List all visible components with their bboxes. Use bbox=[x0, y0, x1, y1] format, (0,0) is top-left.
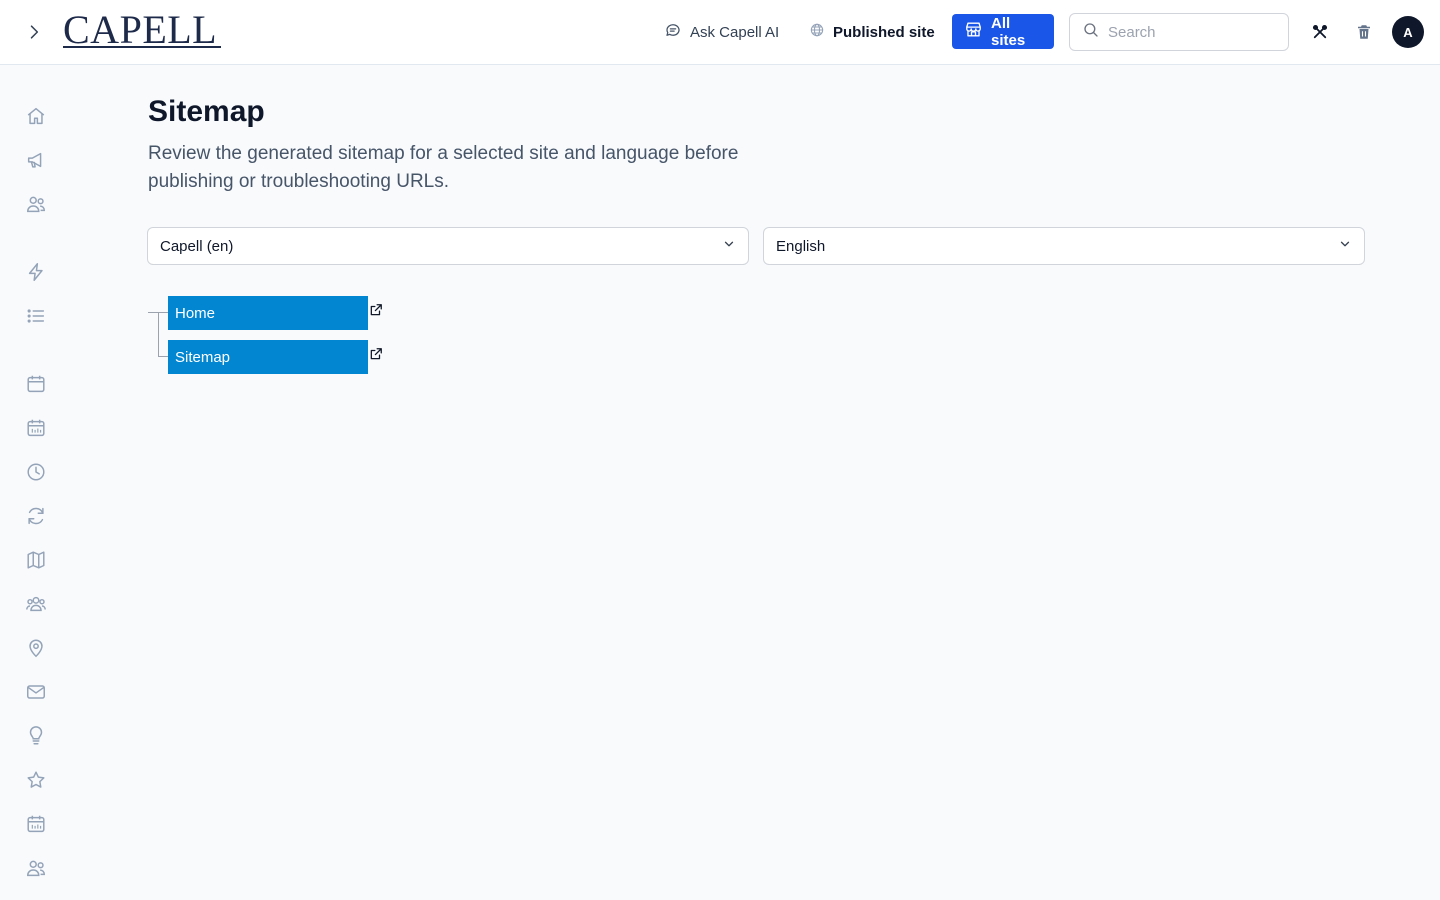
map-pin-icon[interactable] bbox=[24, 636, 48, 660]
ask-ai-button[interactable]: Ask Capell AI bbox=[664, 17, 779, 47]
bolt-icon[interactable] bbox=[24, 260, 48, 284]
top-bar: CAPELL Ask Capell AI Published site All … bbox=[0, 0, 1440, 65]
clock-icon[interactable] bbox=[24, 460, 48, 484]
external-link-icon[interactable] bbox=[369, 303, 383, 317]
envelope-icon[interactable] bbox=[24, 680, 48, 704]
globe-icon bbox=[809, 22, 825, 42]
external-link-icon[interactable] bbox=[369, 347, 383, 361]
sitemap-node-home[interactable]: Home bbox=[168, 296, 368, 330]
sitemap-node-sitemap[interactable]: Sitemap bbox=[168, 340, 368, 374]
sidebar bbox=[0, 65, 72, 900]
language-select[interactable]: English bbox=[763, 227, 1365, 265]
search-input[interactable] bbox=[1108, 23, 1268, 41]
sitemap-node-label: Sitemap bbox=[175, 348, 231, 366]
map-icon[interactable] bbox=[24, 548, 48, 572]
building-storefront-icon bbox=[964, 20, 983, 43]
calendar-days-icon[interactable] bbox=[24, 812, 48, 836]
ask-ai-label: Ask Capell AI bbox=[690, 23, 780, 41]
user-avatar[interactable]: A bbox=[1392, 16, 1424, 48]
calendar-icon[interactable] bbox=[24, 372, 48, 396]
users-icon[interactable] bbox=[24, 192, 48, 216]
all-sites-button[interactable]: All sites bbox=[952, 14, 1054, 49]
wrench-screwdriver-icon[interactable] bbox=[1308, 20, 1332, 44]
trash-icon[interactable] bbox=[1352, 20, 1376, 44]
chat-bubble-icon bbox=[664, 21, 682, 43]
calendar-days-icon[interactable] bbox=[24, 416, 48, 440]
tree-connector bbox=[158, 312, 159, 356]
published-site-label: Published site bbox=[833, 23, 935, 41]
chevron-down-icon bbox=[1338, 237, 1352, 255]
page-description: Review the generated sitemap for a selec… bbox=[148, 143, 739, 192]
tree-connector bbox=[158, 356, 168, 357]
user-group-icon[interactable] bbox=[24, 592, 48, 616]
page-title: Sitemap bbox=[148, 95, 265, 128]
chevron-down-icon bbox=[722, 237, 736, 255]
site-select[interactable]: Capell (en) bbox=[147, 227, 749, 265]
all-sites-label: All sites bbox=[991, 14, 1026, 49]
list-icon[interactable] bbox=[24, 304, 48, 328]
published-site-button[interactable]: Published site bbox=[809, 17, 935, 47]
capell-logo[interactable]: CAPELL bbox=[63, 8, 223, 52]
light-bulb-icon[interactable] bbox=[24, 724, 48, 748]
refresh-icon[interactable] bbox=[24, 504, 48, 528]
star-icon[interactable] bbox=[24, 768, 48, 792]
megaphone-icon[interactable] bbox=[24, 148, 48, 172]
chevron-right-icon[interactable] bbox=[22, 20, 46, 44]
search-box bbox=[1069, 13, 1289, 51]
site-select-value: Capell (en) bbox=[160, 237, 234, 255]
search-icon bbox=[1082, 21, 1100, 44]
language-select-value: English bbox=[776, 237, 826, 255]
home-icon[interactable] bbox=[24, 104, 48, 128]
sitemap-node-label: Home bbox=[175, 304, 216, 322]
users-icon[interactable] bbox=[24, 856, 48, 880]
